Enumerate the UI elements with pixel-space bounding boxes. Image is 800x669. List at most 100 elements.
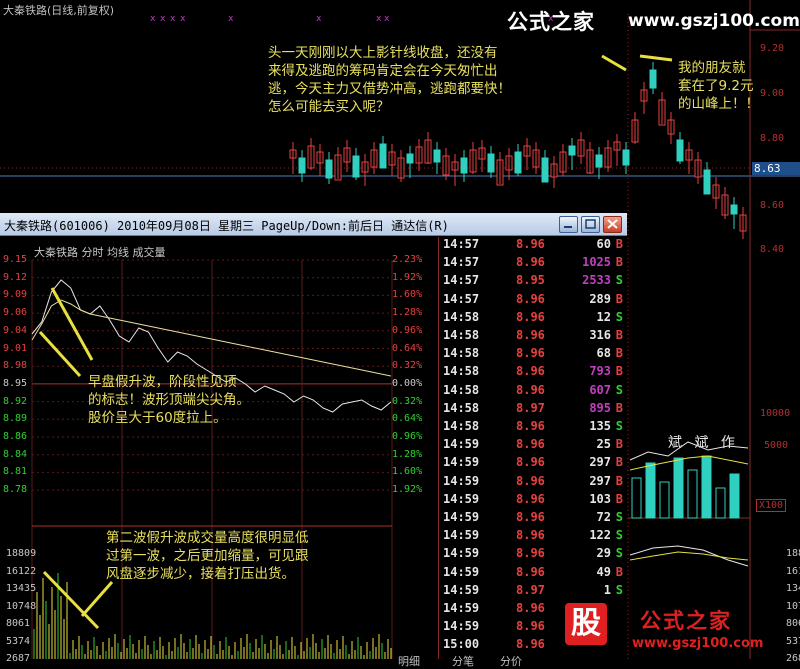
svg-text:x: x [180,14,186,24]
price-axis-label: 9.06 [3,307,28,319]
tick-volume: 297 [589,455,611,470]
tick-row[interactable]: 14:59 8.96 72 S [438,510,625,528]
tick-price: 8.96 [516,364,545,379]
tick-row[interactable]: 14:59 8.96 103 B [438,492,625,510]
tick-side: B [615,491,623,506]
annotation-line: 过第一波，之后更加缩量，可见跟 [106,548,309,564]
tick-row[interactable]: 14:59 8.96 122 S [438,528,625,546]
tick-price: 8.95 [516,273,545,288]
daily-axis-label: 8.60 [760,200,785,211]
tick-row[interactable]: 14:57 8.96 60 B [438,237,625,255]
svg-text:x: x [316,14,322,24]
tick-time: 14:59 [443,528,480,543]
tick-side: S [615,309,623,324]
tick-row[interactable]: 14:58 8.96 12 S [438,310,625,328]
tick-side: B [615,473,623,488]
tick-row[interactable]: 14:57 8.95 2533 S [438,273,625,291]
tick-row[interactable]: 14:58 8.96 607 S [438,383,625,401]
tick-side: B [615,364,623,379]
maximize-button[interactable] [581,216,600,233]
bottom-tab[interactable]: 分笔 [452,653,474,669]
tick-row[interactable]: 14:59 8.96 297 B [438,474,625,492]
volume-axis-label: 8061 [786,618,800,629]
tick-detail-list[interactable]: 14:57 8.96 60 B 14:57 8.96 1025 B 14:57 8.95 2533 S… [438,237,625,659]
tick-time: 14:58 [443,346,480,361]
annotation-line: 早盘假升波，阶段性见顶 [88,374,237,390]
tick-row[interactable]: 14:58 8.96 316 B [438,328,625,346]
svg-text:x: x [160,14,166,24]
tick-row[interactable]: 14:59 8.96 29 S [438,546,625,564]
intraday-window[interactable]: 大秦铁路(601006) 2010年09月08日 星期三 PageUp/Down… [0,213,800,668]
tick-side: B [615,255,623,270]
list-divider [438,237,439,659]
tick-row[interactable]: 14:58 8.96 135 S [438,419,625,437]
daily-chart-title: 大秦铁路(日线,前复权) [3,4,115,17]
tick-time: 14:59 [443,491,480,506]
tick-volume: 135 [589,419,611,433]
price-axis-label: 9.04 [3,324,28,336]
tick-price: 8.96 [516,637,545,652]
price-axis-label: 9.12 [3,271,28,283]
close-button[interactable] [603,216,622,233]
annotation-mid: 早盘假升波，阶段性见顶 的标志！波形顶端尖尖角。 股价呈大于60度拉上。 [88,373,250,427]
percent-axis-label: 1.60% [392,466,423,478]
tick-row[interactable]: 14:57 8.96 289 B [438,292,625,310]
tick-row[interactable]: 14:59 8.96 25 B [438,437,625,455]
tick-row[interactable]: 14:59 8.97 1 S [438,583,625,601]
tick-volume: 49 [596,564,611,579]
annotation-right: 我的朋友就 套在了9.2元 的山峰上！！ [678,59,759,113]
tick-side: S [615,419,623,433]
tick-price: 8.96 [516,601,545,615]
volume-axis-label: 18809 [6,548,37,559]
bottom-tab[interactable]: 明细 [398,653,420,669]
svg-text:x: x [170,14,176,24]
price-axis-label: 8.86 [3,431,28,442]
tick-row[interactable]: 14:58 8.97 895 B [438,401,625,419]
tick-time: 14:59 [443,582,480,597]
annotation-line: 风盘逐步减少，接着打压出货。 [106,566,295,582]
indicator-bar [631,477,642,519]
annotation-line: 头一天刚刚以大上影针线收盘，还没有 [268,45,498,61]
tick-volume: 122 [589,528,611,543]
percent-axis-label: 0.32% [392,395,423,407]
daily-axis-label: 8.40 [760,244,785,255]
tick-price: 8.96 [516,291,545,306]
annotation-line: 我的朋友就 [678,60,746,76]
tick-price: 8.96 [516,473,545,488]
bottom-tab[interactable]: 分价 [500,653,522,669]
window-titlebar[interactable]: 大秦铁路(601006) 2010年09月08日 星期三 PageUp/Down… [0,213,627,236]
percent-axis-label: 2.23% [392,254,423,265]
volume-axis-label: 13435 [6,583,37,594]
minimize-button[interactable] [559,216,578,233]
volume-axis-label: 5000 [764,440,789,451]
tick-time: 14:58 [443,382,480,397]
percent-axis-label: 1.28% [392,307,423,319]
volume-axis-label: 13435 [786,583,800,594]
tick-volume: 793 [589,364,611,379]
tick-side: B [615,564,623,579]
tick-row[interactable]: 14:57 8.96 1025 B [438,255,625,273]
tick-time: 14:59 [443,510,480,524]
tick-volume: 72 [596,510,611,524]
tick-volume: 297 [589,473,611,488]
intraday-chart[interactable] [0,236,438,659]
volume-axis-label: 5374 [786,635,800,647]
percent-axis-label: 0.32% [392,360,423,372]
tick-time: 14:58 [443,328,480,342]
tick-price: 8.96 [516,455,545,470]
tick-row[interactable]: 14:59 8.96 49 B [438,565,625,583]
tick-row[interactable]: 14:58 8.96 68 B [438,346,625,364]
tick-volume: 607 [589,382,611,397]
tick-row[interactable]: 14:59 8.96 297 B [438,455,625,473]
tick-time: 15:00 [443,637,480,652]
tick-row[interactable]: 14:58 8.96 793 B [438,364,625,382]
tick-side: S [615,582,623,597]
tick-side: S [615,273,623,288]
volume-axis-label: 16122 [6,565,37,577]
tick-time: 14:58 [443,419,480,433]
svg-text:x: x [376,14,382,24]
price-axis-label: 8.95 [3,377,28,389]
tick-volume: 68 [596,346,611,361]
volume-axis-label: 8061 [6,618,31,629]
annotation-line: 的标志！波形顶端尖尖角。 [88,392,250,408]
